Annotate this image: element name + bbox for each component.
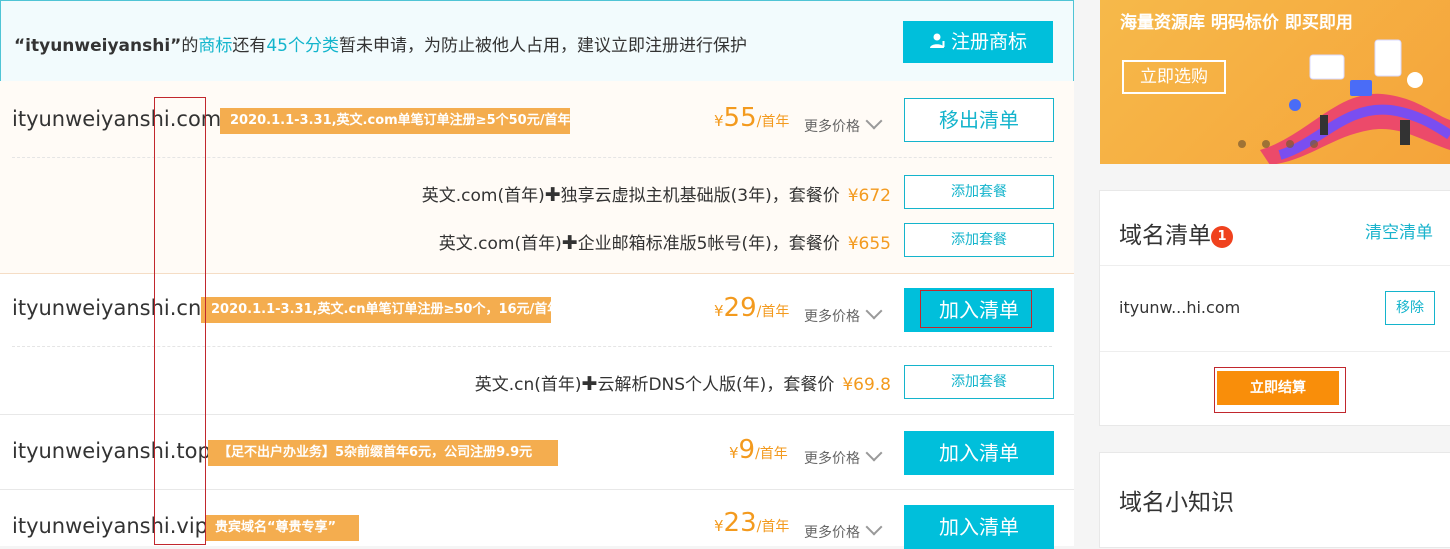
register-trademark-label: 注册商标 <box>950 31 1027 53</box>
cart-count-badge: 1 <box>1211 226 1233 248</box>
package-offer: 英文.com(首年)✚企业邮箱标准版5帐号(年)，套餐价 ¥655 <box>438 232 891 254</box>
domain-row-top: ityunweiyanshi.top 【足不出户办业务】5杂前缀首年6元，公司注… <box>0 415 1074 490</box>
more-prices-toggle[interactable]: 更多价格 <box>804 518 883 542</box>
divider <box>1100 265 1450 266</box>
carousel-dot[interactable] <box>1238 140 1246 148</box>
register-trademark-button[interactable]: 注册商标 <box>903 21 1053 63</box>
chevron-down-icon <box>865 302 883 320</box>
domain-row-com: ityunweiyanshi.com 2020.1.1-3.31,英文.com单… <box>0 81 1074 274</box>
banner-shop-button[interactable]: 立即选购 <box>1122 60 1226 94</box>
domain-name: ityunweiyanshi.cn <box>12 296 202 320</box>
add-to-list-button[interactable]: 加入清单 <box>904 505 1054 549</box>
trademark-link[interactable]: 商标 <box>198 36 232 56</box>
carousel-dots[interactable] <box>1238 133 1334 152</box>
domain-name: ityunweiyanshi.vip <box>12 514 209 538</box>
more-prices-toggle[interactable]: 更多价格 <box>804 112 883 136</box>
domain-knowledge-card: 域名小知识 <box>1099 452 1450 548</box>
plus-icon: ✚ <box>561 232 578 254</box>
more-prices-toggle[interactable]: 更多价格 <box>804 444 883 468</box>
cart-title-text: 域名清单 <box>1119 223 1211 249</box>
more-prices-label: 更多价格 <box>804 119 860 135</box>
cart-item-domain: ityunw...hi.com <box>1119 298 1241 317</box>
promo-tag: 2020.1.1-3.31,英文.cn单笔订单注册≥50个，16元/首年 <box>201 297 551 323</box>
carousel-dot[interactable] <box>1262 140 1270 148</box>
divider <box>12 346 1052 347</box>
more-prices-label: 更多价格 <box>804 309 860 325</box>
more-prices-label: 更多价格 <box>804 451 860 467</box>
domain-row-vip: ityunweiyanshi.vip 贵宾域名“尊贵专享” ¥23/首年 更多价… <box>0 490 1074 549</box>
domain-cart-card: 域名清单 1 清空清单 ityunw...hi.com 移除 立即结算 <box>1099 190 1450 426</box>
notice-text-rest: 暂未申请，为防止被他人占用，建议立即注册进行保护 <box>339 36 747 56</box>
notice-text-still: 还有 <box>232 36 267 56</box>
add-to-list-button[interactable]: 加入清单 <box>904 288 1054 332</box>
quoted-domain: “ityunweiyanshi” <box>14 36 182 56</box>
main-content: “ityunweiyanshi”的商标还有45个分类暂未申请，为防止被他人占用，… <box>0 0 1074 549</box>
carousel-dot[interactable] <box>1286 140 1294 148</box>
add-to-list-button[interactable]: 加入清单 <box>904 431 1054 475</box>
divider <box>12 157 1052 158</box>
user-plus-icon <box>929 33 947 48</box>
divider <box>1100 351 1450 352</box>
chevron-down-icon <box>865 518 883 536</box>
checkout-button[interactable]: 立即结算 <box>1217 371 1339 405</box>
promo-tag: 2020.1.1-3.31,英文.com单笔订单注册≥5个50元/首年 <box>220 108 570 134</box>
price: ¥23/首年 <box>714 508 790 538</box>
remove-from-list-button[interactable]: 移出清单 <box>904 98 1054 142</box>
more-prices-label: 更多价格 <box>804 525 860 541</box>
carousel-dot[interactable] <box>1310 140 1318 148</box>
price: ¥55/首年 <box>714 103 790 133</box>
add-package-button[interactable]: 添加套餐 <box>904 175 1054 209</box>
cart-title: 域名清单 1 <box>1119 216 1233 250</box>
plus-icon: ✚ <box>544 184 561 206</box>
add-package-button[interactable]: 添加套餐 <box>904 365 1054 399</box>
trademark-notice: “ityunweiyanshi”的商标还有45个分类暂未申请，为防止被他人占用，… <box>0 0 1074 82</box>
add-package-button[interactable]: 添加套餐 <box>904 223 1054 257</box>
remove-item-button[interactable]: 移除 <box>1385 291 1435 325</box>
package-offer: 英文.cn(首年)✚云解析DNS个人版(年)，套餐价 ¥69.8 <box>474 373 891 395</box>
clear-cart-link[interactable]: 清空清单 <box>1365 218 1433 243</box>
classes-link[interactable]: 45个分类 <box>266 36 339 56</box>
notice-text-de: 的 <box>181 36 199 56</box>
chevron-down-icon <box>865 444 883 462</box>
knowledge-title: 域名小知识 <box>1119 490 1234 516</box>
domain-name: ityunweiyanshi.top <box>12 439 211 463</box>
price: ¥9/首年 <box>729 435 788 465</box>
domain-name: ityunweiyanshi.com <box>12 107 222 131</box>
promo-banner[interactable]: 海量资源库 明码标价 即买即用 立即选购 <box>1100 0 1450 164</box>
price: ¥29/首年 <box>714 293 790 323</box>
promo-tag: 贵宾域名“尊贵专享” <box>205 515 359 541</box>
promo-tag: 【足不出户办业务】5杂前缀首年6元，公司注册9.9元 <box>208 440 558 466</box>
more-prices-toggle[interactable]: 更多价格 <box>804 302 883 326</box>
plus-icon: ✚ <box>581 373 598 395</box>
package-offer: 英文.com(首年)✚独享云虚拟主机基础版(3年)，套餐价 ¥672 <box>421 184 891 206</box>
domain-row-cn: ityunweiyanshi.cn 2020.1.1-3.31,英文.cn单笔订… <box>0 274 1074 415</box>
chevron-down-icon <box>865 112 883 130</box>
trademark-notice-text: “ityunweiyanshi”的商标还有45个分类暂未申请，为防止被他人占用，… <box>14 31 747 56</box>
